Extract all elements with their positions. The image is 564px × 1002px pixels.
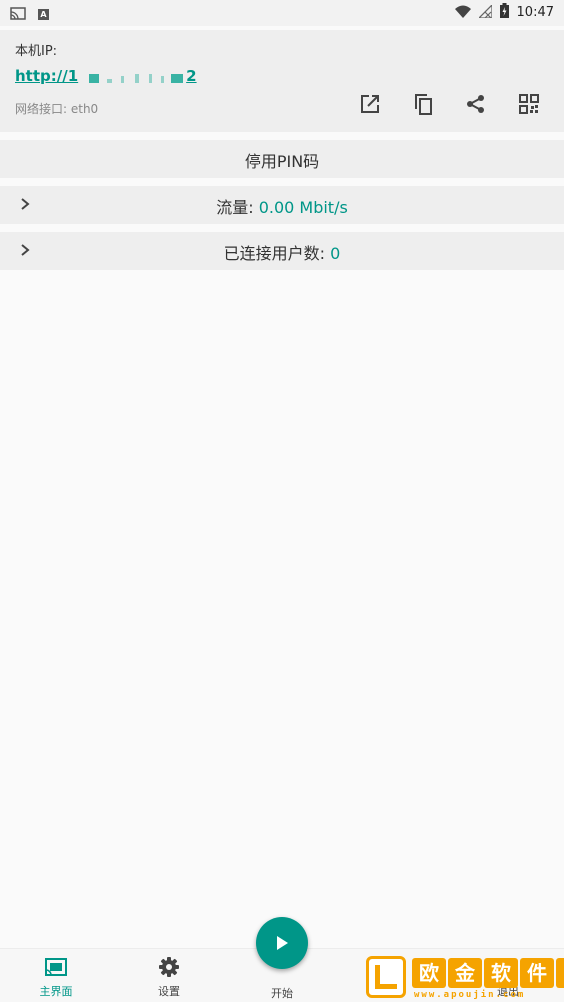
nav-item-settings[interactable]: 设置: [129, 955, 209, 999]
ip-suffix: 2: [186, 67, 197, 85]
cast-icon: [16, 955, 96, 979]
connected-users-label: 已连接用户数:: [223, 244, 326, 263]
connected-users-value: 0: [330, 244, 341, 263]
copy-button[interactable]: [411, 92, 435, 116]
traffic-value: 0.00 Mbit/s: [258, 198, 348, 217]
wifi-icon: [454, 3, 471, 22]
watermark-char: 金: [448, 958, 482, 988]
disable-pin-label: 停用PIN码: [244, 152, 320, 171]
ip-actions: [358, 92, 541, 116]
watermark-char: 件: [520, 958, 554, 988]
battery-icon: [499, 3, 509, 22]
watermark: 欧 金 软 件 园 www.apoujin.com: [364, 956, 564, 1002]
clock: 10:47: [516, 5, 554, 20]
share-icon: [467, 95, 484, 113]
disable-pin-button[interactable]: 停用PIN码: [0, 140, 564, 178]
ip-address-link[interactable]: http://1 2: [15, 67, 197, 85]
cast-status-icon: [10, 5, 26, 24]
ip-label: 本机IP:: [15, 44, 58, 59]
watermark-char: 欧: [412, 958, 446, 988]
nav-item-start[interactable]: 开始: [242, 981, 322, 1001]
start-fab-button[interactable]: [256, 917, 308, 969]
gear-icon: [129, 955, 209, 979]
ip-card: 本机IP: http://1 2 网络接口: eth0: [0, 30, 564, 132]
traffic-label: 流量:: [216, 198, 254, 217]
network-interface: 网络接口: eth0: [15, 102, 99, 116]
share-button[interactable]: [464, 92, 488, 116]
nav-item-main[interactable]: 主界面: [16, 955, 96, 999]
watermark-url: www.apoujin.com: [414, 990, 526, 1000]
watermark-logo: [366, 956, 406, 998]
watermark-title: 欧 金 软 件 园: [412, 958, 564, 988]
watermark-char: 软: [484, 958, 518, 988]
notification-a-icon: A: [38, 9, 49, 20]
nav-label-start: 开始: [271, 987, 293, 1000]
ip-prefix: http://1: [15, 67, 79, 85]
play-icon: [277, 936, 288, 950]
traffic-row[interactable]: 流量: 0.00 Mbit/s: [0, 186, 564, 224]
connected-users-row[interactable]: 已连接用户数: 0: [0, 232, 564, 270]
nav-label-settings: 设置: [158, 985, 180, 998]
open-external-button[interactable]: [358, 92, 382, 116]
copy-icon: [415, 94, 432, 115]
no-signal-icon: [476, 3, 493, 22]
open-external-icon: [361, 95, 379, 113]
watermark-char: 园: [556, 958, 564, 988]
status-bar: A 10:47: [0, 0, 564, 26]
qr-code-icon: [519, 94, 539, 114]
ip-redaction-mask: [79, 70, 185, 84]
nav-label-main: 主界面: [39, 985, 73, 998]
qr-code-button[interactable]: [517, 92, 541, 116]
